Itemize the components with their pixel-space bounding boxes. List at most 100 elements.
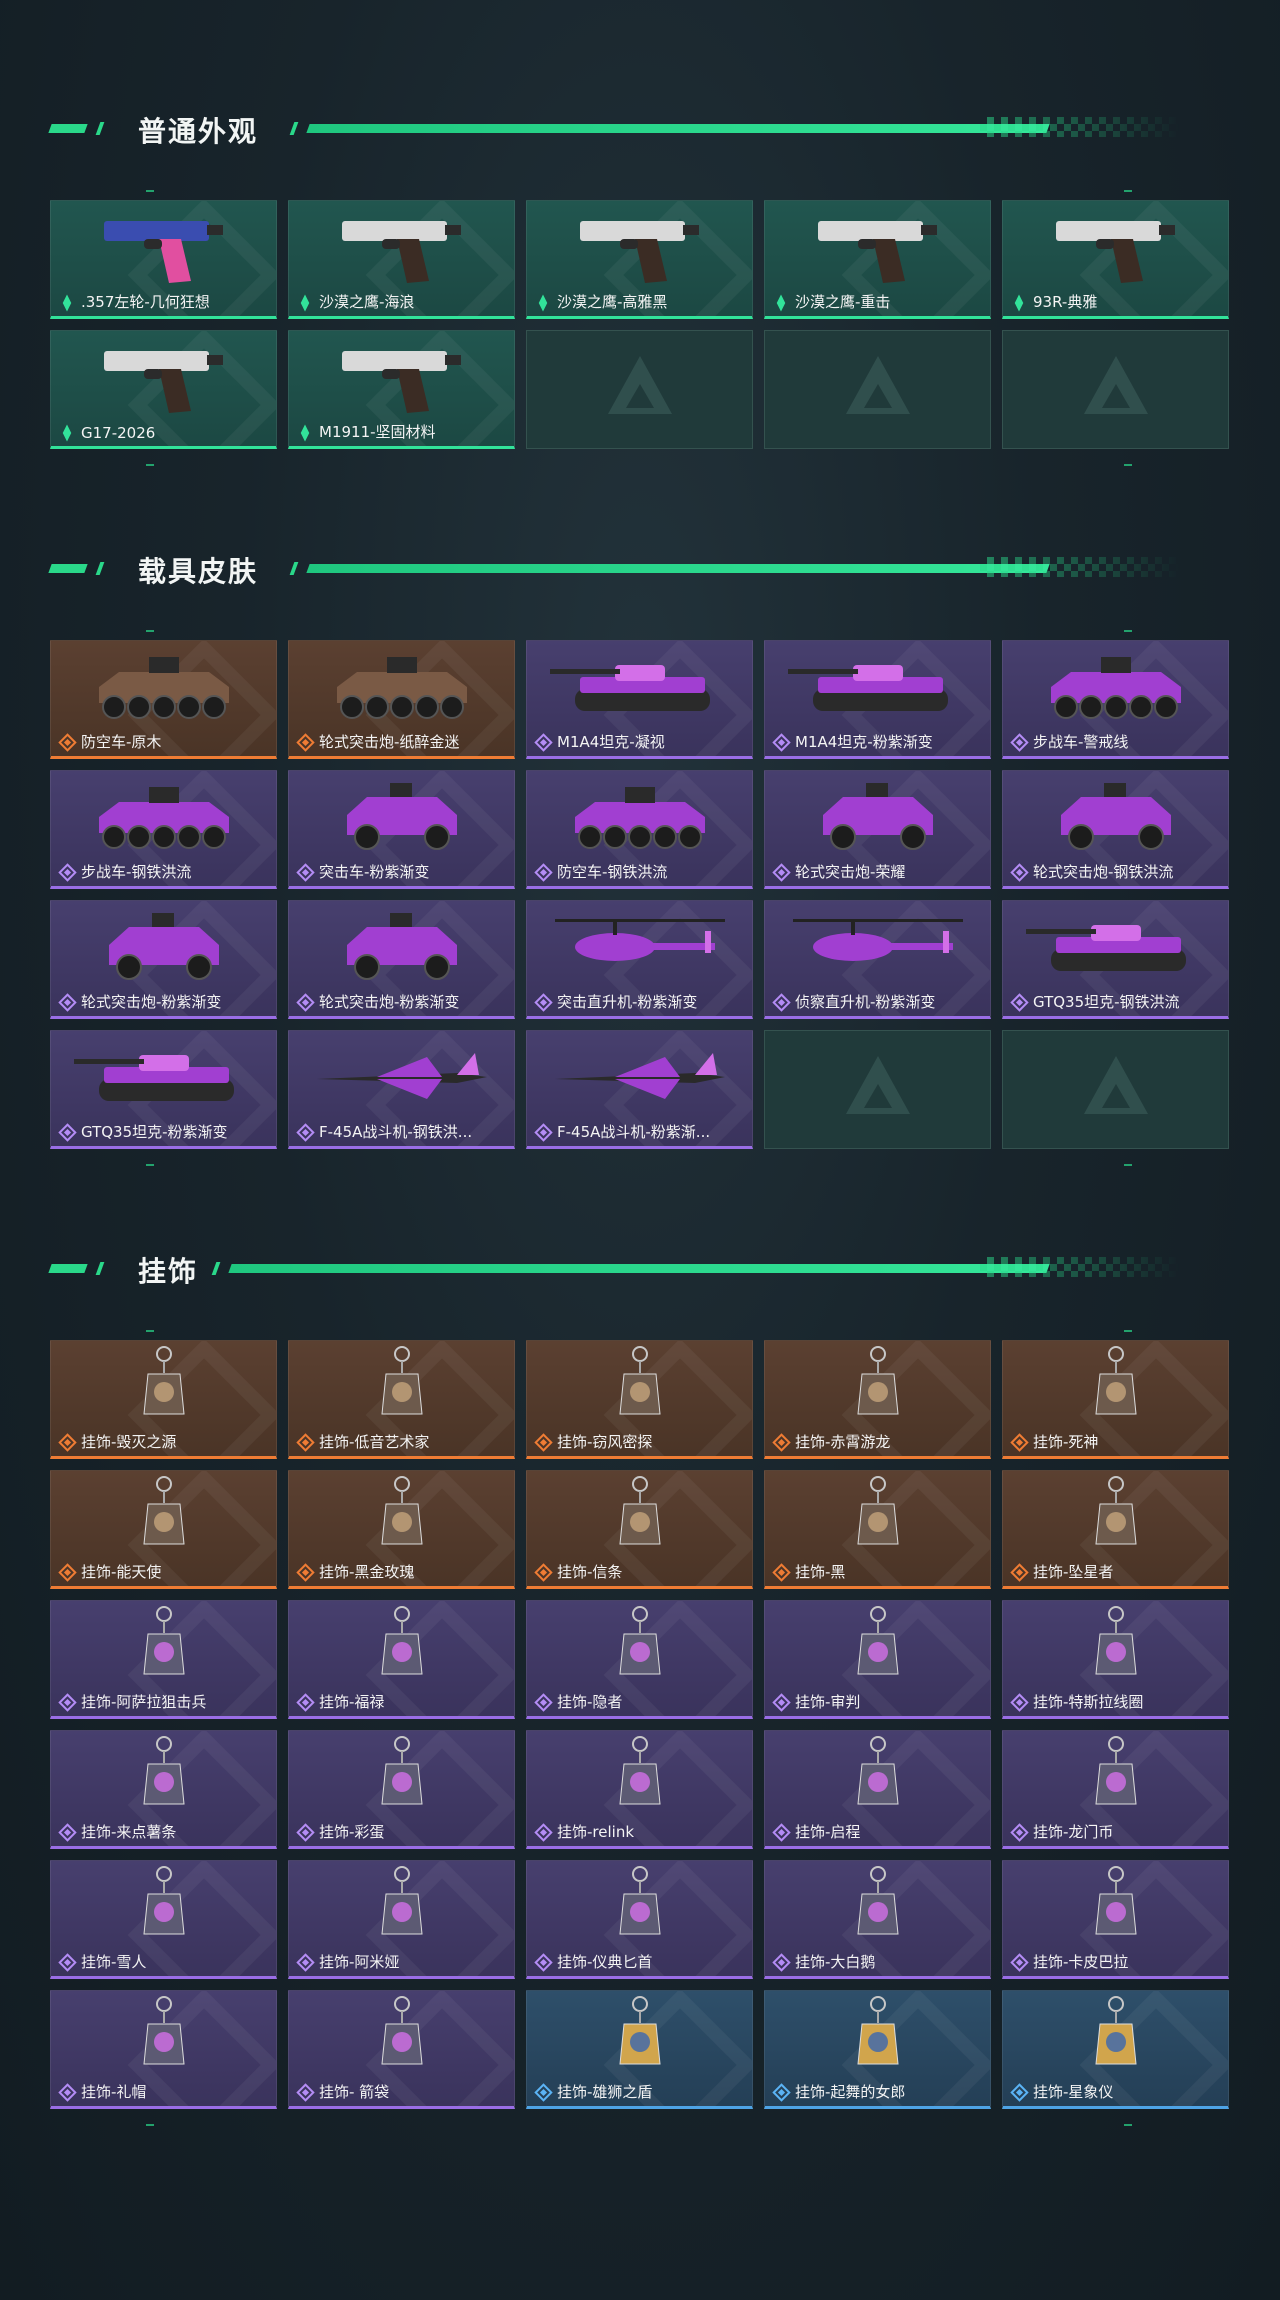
section-title: 载具皮肤	[138, 555, 259, 588]
item-card[interactable]: 挂饰- 箭袋	[288, 1990, 515, 2109]
astrolabe-charm-icon	[1003, 1996, 1228, 2077]
goose-charm-icon	[765, 1866, 990, 1947]
rarity-icon	[58, 1563, 77, 1582]
item-card[interactable]: G17-2026	[50, 330, 277, 449]
item-label: .357左轮-几何狂想	[81, 293, 210, 311]
empty-slot	[1002, 330, 1229, 449]
item-card[interactable]: 挂饰-启程	[764, 1730, 991, 1849]
item-label: M1A4坦克-凝视	[557, 733, 665, 751]
item-card[interactable]: 挂饰-赤霄游龙	[764, 1340, 991, 1459]
item-card[interactable]: GTQ35坦克-钢铁洪流	[1002, 900, 1229, 1019]
item-card[interactable]: 轮式突击炮-荣耀	[764, 770, 991, 889]
figure-charm-icon	[289, 1346, 514, 1427]
item-card[interactable]: 挂饰-龙门币	[1002, 1730, 1229, 1849]
item-card[interactable]: 挂饰-黑	[764, 1470, 991, 1589]
grid-tick-decoration	[1124, 1330, 1132, 1332]
item-card[interactable]: 挂饰-特斯拉线圈	[1002, 1600, 1229, 1719]
rarity-icon	[772, 733, 791, 752]
rarity-icon	[58, 1123, 77, 1142]
item-card[interactable]: 挂饰-窃风密探	[526, 1340, 753, 1459]
item-card[interactable]: 93R-典雅	[1002, 200, 1229, 319]
item-card[interactable]: 沙漠之鹰-海浪	[288, 200, 515, 319]
item-card[interactable]: 挂饰-来点薯条	[50, 1730, 277, 1849]
item-card[interactable]: 轮式突击炮-粉紫渐变	[50, 900, 277, 1019]
item-card[interactable]: 轮式突击炮-纸醉金迷	[288, 640, 515, 759]
item-card[interactable]: 突击车-粉紫渐变	[288, 770, 515, 889]
item-card[interactable]: M1A4坦克-凝视	[526, 640, 753, 759]
rarity-icon	[772, 1563, 791, 1582]
item-card[interactable]: 轮式突击炮-粉紫渐变	[288, 900, 515, 1019]
item-card[interactable]: 挂饰-福禄	[288, 1600, 515, 1719]
item-card[interactable]: 挂饰-大白鹅	[764, 1860, 991, 1979]
item-card[interactable]: 挂饰-隐者	[526, 1600, 753, 1719]
grid-tick-decoration	[146, 2124, 154, 2126]
item-card[interactable]: 挂饰-雪人	[50, 1860, 277, 1979]
grid-tick-decoration	[146, 464, 154, 466]
rarity-icon	[296, 2083, 315, 2102]
item-card[interactable]: 挂饰-死神	[1002, 1340, 1229, 1459]
item-card[interactable]: 防空车-钢铁洪流	[526, 770, 753, 889]
pistol-icon	[289, 207, 514, 287]
item-card[interactable]: 挂饰-低音艺术家	[288, 1340, 515, 1459]
rarity-icon	[534, 1823, 553, 1842]
item-card[interactable]: 沙漠之鹰-高雅黑	[526, 200, 753, 319]
item-card[interactable]: 步战车-警戒线	[1002, 640, 1229, 759]
item-label: 沙漠之鹰-重击	[795, 293, 891, 311]
armored-vehicle-icon	[51, 647, 276, 727]
item-card[interactable]: 轮式突击炮-钢铁洪流	[1002, 770, 1229, 889]
figure-charm-icon	[51, 1606, 276, 1687]
item-label: 步战车-钢铁洪流	[81, 863, 192, 881]
item-card[interactable]: 侦察直升机-粉紫渐变	[764, 900, 991, 1019]
item-card[interactable]: 挂饰-能天使	[50, 1470, 277, 1589]
item-card[interactable]: 挂饰-星象仪	[1002, 1990, 1229, 2109]
item-card[interactable]: 挂饰-信条	[526, 1470, 753, 1589]
grid-tick-decoration	[1124, 464, 1132, 466]
item-card[interactable]: 挂饰-审判	[764, 1600, 991, 1719]
egg-charm-icon	[289, 1736, 514, 1817]
rarity-icon	[296, 1693, 315, 1712]
item-card[interactable]: 挂饰-起舞的女郎	[764, 1990, 991, 2109]
header-dash-decoration	[48, 1264, 88, 1273]
empty-slot	[764, 330, 991, 449]
item-card[interactable]: 挂饰-黑金玫瑰	[288, 1470, 515, 1589]
item-card[interactable]: 挂饰-阿萨拉狙击兵	[50, 1600, 277, 1719]
item-label: 挂饰-窃风密探	[557, 1433, 653, 1451]
rarity-icon	[296, 1123, 315, 1142]
item-card[interactable]: 挂饰-雄狮之盾	[526, 1990, 753, 2109]
pistol-icon	[527, 207, 752, 287]
item-card[interactable]: 挂饰-relink	[526, 1730, 753, 1849]
item-card[interactable]: M1911-坚固材料	[288, 330, 515, 449]
item-label: M1911-坚固材料	[319, 423, 436, 441]
item-card[interactable]: 挂饰-彩蛋	[288, 1730, 515, 1849]
rarity-icon	[772, 863, 791, 882]
item-card[interactable]: 挂饰-阿米娅	[288, 1860, 515, 1979]
grid-tick-decoration	[146, 1164, 154, 1166]
rarity-icon	[300, 424, 310, 442]
rarity-icon	[534, 733, 553, 752]
item-label: 挂饰-礼帽	[81, 2083, 147, 2101]
item-card[interactable]: 挂饰-仪典匕首	[526, 1860, 753, 1979]
item-card[interactable]: 挂饰-毁灭之源	[50, 1340, 277, 1459]
item-card[interactable]: 挂饰-卡皮巴拉	[1002, 1860, 1229, 1979]
item-card[interactable]: 挂饰-坠星者	[1002, 1470, 1229, 1589]
jeep-icon	[51, 907, 276, 987]
item-label: 轮式突击炮-钢铁洪流	[1033, 863, 1174, 881]
armored-vehicle-icon	[1003, 647, 1228, 727]
item-card[interactable]: 步战车-钢铁洪流	[50, 770, 277, 889]
header-dash-decoration	[95, 122, 105, 135]
item-card[interactable]: M1A4坦克-粉紫渐变	[764, 640, 991, 759]
item-card[interactable]: 沙漠之鹰-重击	[764, 200, 991, 319]
item-card[interactable]: .357左轮-几何狂想	[50, 200, 277, 319]
item-label: 挂饰-毁灭之源	[81, 1433, 177, 1451]
item-card[interactable]: F-45A战斗机-粉紫渐...	[526, 1030, 753, 1149]
item-card[interactable]: F-45A战斗机-钢铁洪...	[288, 1030, 515, 1149]
item-label: F-45A战斗机-粉紫渐...	[557, 1123, 711, 1141]
item-card[interactable]: 挂饰-礼帽	[50, 1990, 277, 2109]
item-card[interactable]: GTQ35坦克-粉紫渐变	[50, 1030, 277, 1149]
rarity-icon	[62, 294, 72, 312]
item-card[interactable]: 突击直升机-粉紫渐变	[526, 900, 753, 1019]
rarity-icon	[772, 993, 791, 1012]
item-card[interactable]: 防空车-原木	[50, 640, 277, 759]
section-title: 挂饰	[138, 1255, 199, 1288]
grid-tick-decoration	[1124, 630, 1132, 632]
